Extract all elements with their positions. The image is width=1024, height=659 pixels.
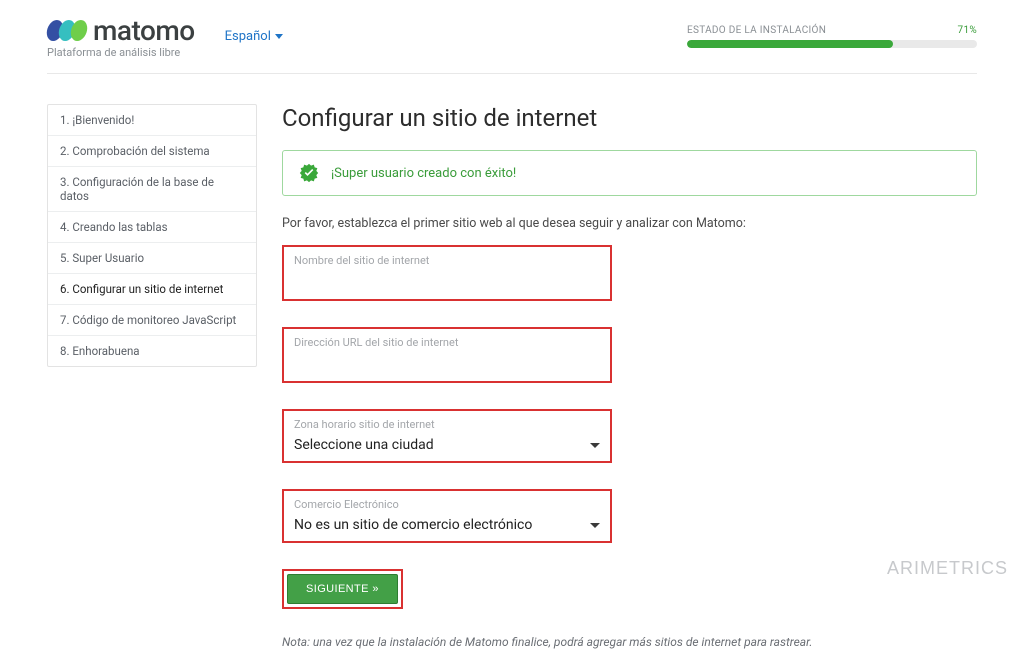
divider <box>47 73 977 74</box>
progress-bar <box>687 40 977 48</box>
progress-block: ESTADO DE LA INSTALACIÓN 71% <box>687 25 977 48</box>
content: Configurar un sitio de internet ¡Super u… <box>282 104 977 649</box>
ecommerce-field[interactable]: Comercio Electrónico No es un sitio de c… <box>282 489 612 543</box>
site-url-input[interactable] <box>294 355 600 373</box>
timezone-field[interactable]: Zona horario sitio de internet Seleccion… <box>282 409 612 463</box>
ecommerce-value: No es un sitio de comercio electrónico <box>294 517 532 533</box>
note-text: Nota: una vez que la instalación de Mato… <box>282 635 977 649</box>
progress-label: ESTADO DE LA INSTALACIÓN <box>687 25 826 36</box>
main: 1. ¡Bienvenido! 2. Comprobación del sist… <box>47 104 977 649</box>
chevron-down-icon <box>590 443 600 448</box>
instruction-text: Por favor, establezca el primer sitio we… <box>282 216 977 231</box>
progress-fill <box>687 40 893 48</box>
sidebar-item-congrats[interactable]: 8. Enhorabuena <box>48 336 256 366</box>
check-badge-icon <box>299 163 319 183</box>
next-button-highlight: SIGUIENTE » <box>282 569 403 609</box>
success-alert: ¡Super usuario creado con éxito! <box>282 150 977 196</box>
sidebar-item-tracking-code[interactable]: 7. Código de monitoreo JavaScript <box>48 305 256 336</box>
page-title: Configurar un sitio de internet <box>282 104 977 132</box>
ecommerce-label: Comercio Electrónico <box>294 493 600 517</box>
header: matomo Plataforma de análisis libre Espa… <box>47 10 977 73</box>
timezone-label: Zona horario sitio de internet <box>294 413 600 437</box>
sidebar-item-superuser[interactable]: 5. Super Usuario <box>48 243 256 274</box>
logo-text: matomo <box>93 14 195 47</box>
language-selector[interactable]: Español <box>225 29 283 44</box>
header-left: matomo Plataforma de análisis libre Espa… <box>47 14 283 59</box>
language-label: Español <box>225 29 271 44</box>
tagline: Plataforma de análisis libre <box>47 46 195 59</box>
sidebar-item-system-check[interactable]: 2. Comprobación del sistema <box>48 136 256 167</box>
watermark: ARIMETRICS <box>887 558 1008 579</box>
site-url-label: Dirección URL del sitio de internet <box>294 331 600 355</box>
logo-block: matomo Plataforma de análisis libre <box>47 14 195 59</box>
site-url-field[interactable]: Dirección URL del sitio de internet <box>282 327 612 383</box>
chevron-down-icon <box>590 523 600 528</box>
success-text: ¡Super usuario creado con éxito! <box>331 166 516 181</box>
matomo-logo-icon <box>47 20 87 41</box>
site-name-field[interactable]: Nombre del sitio de internet <box>282 245 612 301</box>
sidebar-item-welcome[interactable]: 1. ¡Bienvenido! <box>48 105 256 136</box>
sidebar-item-tables[interactable]: 4. Creando las tablas <box>48 212 256 243</box>
site-name-input[interactable] <box>294 273 600 291</box>
progress-percent: 71% <box>958 25 977 36</box>
site-name-label: Nombre del sitio de internet <box>294 249 600 273</box>
next-button[interactable]: SIGUIENTE » <box>287 574 398 604</box>
chevron-down-icon <box>275 34 283 39</box>
sidebar-item-setup-website[interactable]: 6. Configurar un sitio de internet <box>48 274 256 305</box>
steps-sidebar: 1. ¡Bienvenido! 2. Comprobación del sist… <box>47 104 257 367</box>
sidebar-item-db-config[interactable]: 3. Configuración de la base de datos <box>48 167 256 212</box>
timezone-value: Seleccione una ciudad <box>294 437 434 453</box>
